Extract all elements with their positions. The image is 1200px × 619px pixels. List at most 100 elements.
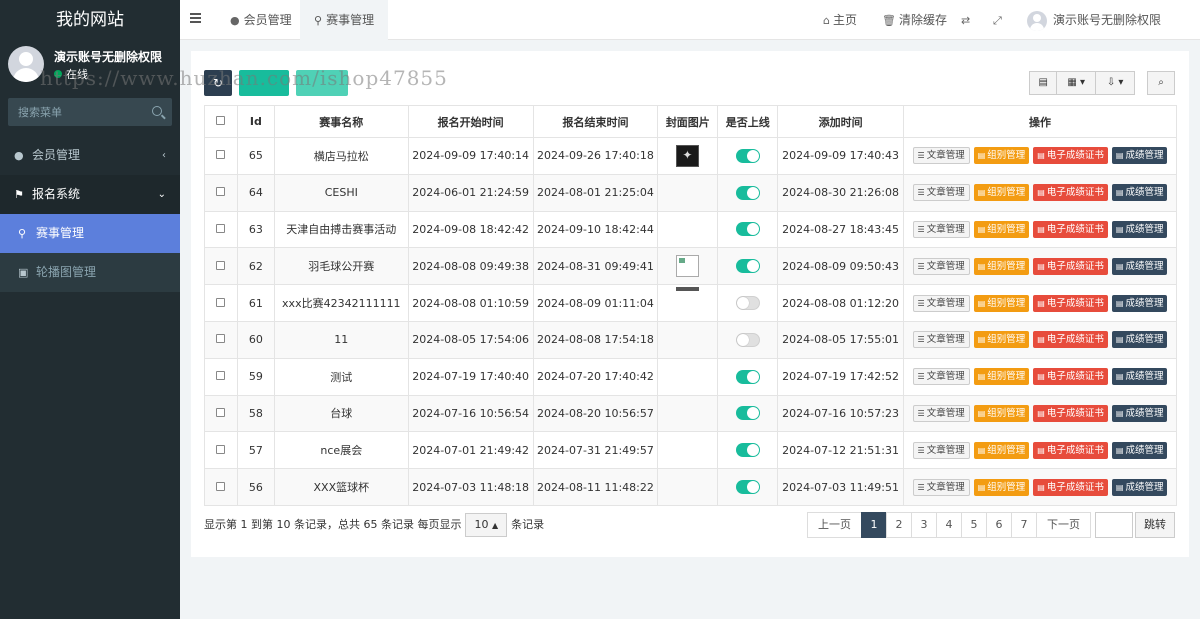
certificate-button[interactable]: ▤ 电子成绩证书 [1033,368,1108,386]
group-manage-button[interactable]: ▤ 组别管理 [973,441,1030,459]
page-size-select[interactable]: 10 ▲ [465,513,508,537]
select-all-checkbox[interactable] [216,116,226,125]
table-row[interactable]: 65 横店马拉松 2024-09-09 17:40:14 2024-09-26 17:… [204,137,1178,175]
score-manage-button[interactable]: ▤ 成绩管理 [1111,478,1168,496]
score-manage-button[interactable]: ▤ 成绩管理 [1111,220,1168,238]
online-toggle[interactable] [735,148,760,163]
row-checkbox[interactable] [216,223,226,233]
home-link[interactable]: ⌂ 主页 [823,0,857,40]
table-row[interactable]: 58 台球 2024-07-16 10:56:54 2024-08-20 10:56:… [204,394,1178,433]
row-checkbox[interactable] [216,371,226,381]
table-row[interactable]: 63 天津自由搏击赛事活动 2024-09-08 18:42:42 2024-09-1… [204,210,1178,249]
article-manage-button[interactable]: ☰ 文章管理 [912,368,970,386]
article-manage-button[interactable]: ☰ 文章管理 [912,184,970,202]
group-manage-button[interactable]: ▤ 组别管理 [973,404,1030,422]
row-checkbox[interactable] [216,407,226,417]
menu-search-input[interactable] [8,98,172,126]
row-checkbox[interactable] [216,260,226,270]
online-toggle[interactable] [735,259,760,274]
col-id[interactable]: Id [236,105,275,138]
row-checkbox[interactable] [216,150,226,160]
certificate-button[interactable]: ▤ 电子成绩证书 [1033,184,1108,202]
broken-image-icon[interactable] [676,255,700,278]
article-manage-button[interactable]: ☰ 文章管理 [912,404,970,422]
page-4-button[interactable]: 4 [936,512,962,538]
group-manage-button[interactable]: ▤ 组别管理 [973,147,1030,165]
certificate-button[interactable]: ▤ 电子成绩证书 [1033,441,1108,459]
score-manage-button[interactable]: ▤ 成绩管理 [1111,294,1168,312]
row-checkbox[interactable] [216,187,226,197]
score-manage-button[interactable]: ▤ 成绩管理 [1111,368,1168,386]
sidebar-item-registration[interactable]: ⚑ 报名系统 ⌄ [0,175,180,214]
toggle-view-button[interactable]: ▤ [1029,71,1058,95]
search-icon[interactable] [152,106,162,116]
search-button[interactable]: ⌕ [1147,71,1175,95]
tab-members[interactable]: ● 会员管理 [216,0,306,40]
col-added-time[interactable]: 添加时间 [777,105,904,138]
online-toggle[interactable] [735,406,760,421]
article-manage-button[interactable]: ☰ 文章管理 [912,257,970,275]
page-6-button[interactable]: 6 [986,512,1012,538]
online-toggle[interactable] [735,222,760,237]
tab-events[interactable]: ⚲ 赛事管理 [300,0,389,40]
export-button[interactable]: ⇩ ▾ [1095,71,1136,95]
col-name[interactable]: 赛事名称 [273,105,409,138]
score-manage-button[interactable]: ▤ 成绩管理 [1111,184,1168,202]
certificate-button[interactable]: ▤ 电子成绩证书 [1033,404,1108,422]
table-row[interactable]: 61 xxx比赛42342111111 2024-08-08 01:10:59 202… [204,284,1178,322]
article-manage-button[interactable]: ☰ 文章管理 [912,220,970,238]
table-row[interactable]: 60 11 2024-08-05 17:54:06 2024-08-08 17:54:… [204,320,1178,359]
online-toggle[interactable] [735,296,760,311]
sidebar-item-carousel[interactable]: ▣ 轮播图管理 [0,253,180,292]
online-toggle[interactable] [735,332,760,347]
certificate-button[interactable]: ▤ 电子成绩证书 [1033,147,1108,165]
clear-cache-button[interactable]: 🗑 清除缓存 [882,0,947,40]
table-row[interactable]: 56 XXX篮球杯 2024-07-03 11:48:18 2024-08-11 11… [204,468,1178,506]
sidebar-item-members[interactable]: ● 会员管理 ‹ [0,136,180,175]
online-toggle[interactable] [735,443,760,458]
col-start-time[interactable]: 报名开始时间 [407,105,534,138]
row-checkbox[interactable] [216,481,226,491]
fullscreen-button[interactable]: ⤢ [993,0,1005,40]
score-manage-button[interactable]: ▤ 成绩管理 [1111,257,1168,275]
col-end-time[interactable]: 报名结束时间 [532,105,659,138]
user-menu[interactable]: 演示账号无删除权限 [1027,0,1161,40]
group-manage-button[interactable]: ▤ 组别管理 [973,368,1030,386]
page-1-button[interactable]: 1 [861,512,887,538]
table-row[interactable]: 64 CESHI 2024-06-01 21:24:59 2024-08-01 21:… [204,173,1178,212]
page-3-button[interactable]: 3 [911,512,937,538]
page-5-button[interactable]: 5 [961,512,987,538]
article-manage-button[interactable]: ☰ 文章管理 [912,478,970,496]
article-manage-button[interactable]: ☰ 文章管理 [912,331,970,349]
group-manage-button[interactable]: ▤ 组别管理 [973,294,1030,312]
certificate-button[interactable]: ▤ 电子成绩证书 [1033,331,1108,349]
article-manage-button[interactable]: ☰ 文章管理 [912,441,970,459]
jump-button[interactable]: 跳转 [1135,512,1175,538]
page-7-button[interactable]: 7 [1011,512,1037,538]
translate-button[interactable]: ⇄ [961,0,973,40]
page-2-button[interactable]: 2 [886,512,912,538]
refresh-button[interactable]: ↻ [204,70,232,96]
col-online[interactable]: 是否上线 [717,105,779,138]
table-row[interactable]: 57 nce展会 2024-07-01 21:49:42 2024-07-31 21:… [204,431,1178,470]
online-toggle[interactable] [735,369,760,384]
row-checkbox[interactable] [216,444,226,454]
group-manage-button[interactable]: ▤ 组别管理 [973,184,1030,202]
next-page-button[interactable]: 下一页 [1036,512,1091,538]
row-checkbox[interactable] [216,334,226,344]
jump-page-input[interactable] [1095,512,1133,538]
article-manage-button[interactable]: ☰ 文章管理 [912,147,970,165]
edit-button[interactable] [295,70,348,96]
group-manage-button[interactable]: ▤ 组别管理 [973,220,1030,238]
article-manage-button[interactable]: ☰ 文章管理 [912,294,970,312]
score-manage-button[interactable]: ▤ 成绩管理 [1111,404,1168,422]
score-manage-button[interactable]: ▤ 成绩管理 [1111,147,1168,165]
certificate-button[interactable]: ▤ 电子成绩证书 [1033,220,1108,238]
certificate-button[interactable]: ▤ 电子成绩证书 [1033,478,1108,496]
group-manage-button[interactable]: ▤ 组别管理 [973,257,1030,275]
online-toggle[interactable] [735,480,760,495]
row-checkbox[interactable] [216,297,226,307]
cover-thumbnail[interactable] [676,144,700,167]
sidebar-toggle-icon[interactable] [190,13,201,23]
cover-thumbnail[interactable] [676,286,700,291]
